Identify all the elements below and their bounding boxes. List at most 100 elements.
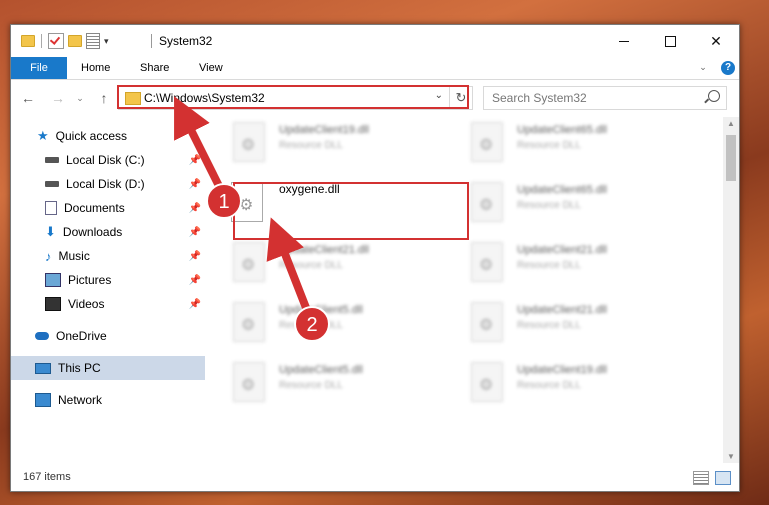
tab-share[interactable]: Share [140, 57, 169, 79]
list-item[interactable]: UpdateClient19.dll Resource DLL [207, 116, 437, 168]
title-divider [151, 34, 152, 48]
minimize-button[interactable] [601, 25, 647, 57]
tab-view[interactable]: View [199, 57, 223, 79]
tab-file[interactable]: File [11, 57, 67, 79]
dll-file-icon [233, 242, 265, 282]
file-type: Resource DLL [517, 380, 581, 391]
list-item[interactable]: UpdateClient19.dll Resource DLL [445, 356, 675, 408]
dll-file-icon [471, 302, 503, 342]
sidebar-item-network[interactable]: Network [11, 388, 205, 412]
file-name: UpdateClient21.dll [517, 304, 607, 316]
sidebar-item-label: Local Disk (C:) [66, 153, 145, 167]
item-count: 167 items [23, 471, 71, 483]
pin-icon[interactable]: 📌 [189, 251, 201, 262]
large-icons-view-icon[interactable] [715, 471, 731, 485]
sidebar-item-label: Downloads [62, 225, 123, 239]
search-icon[interactable] [708, 90, 720, 102]
pin-icon[interactable]: 📌 [189, 299, 201, 310]
sidebar-item-label: This PC [58, 361, 101, 375]
pin-icon[interactable]: 📌 [189, 155, 201, 166]
sidebar-item-label: OneDrive [56, 329, 107, 343]
sidebar-item-local-disk-c[interactable]: Local Disk (C:) 📌 [11, 148, 205, 172]
address-bar[interactable]: C:\Windows\System32 ⌄ [118, 86, 450, 110]
file-type: Resource DLL [279, 380, 343, 391]
expand-ribbon-icon[interactable]: ⌄ [697, 61, 709, 73]
sidebar-item-onedrive[interactable]: OneDrive [11, 324, 205, 348]
file-highlight-box [233, 182, 469, 240]
file-type: Resource DLL [517, 320, 581, 331]
download-icon: ⬇ [45, 224, 56, 239]
pictures-icon [45, 273, 61, 287]
up-button[interactable]: ↑ [95, 89, 113, 107]
scrollbar-thumb[interactable] [726, 135, 736, 181]
properties-check-icon[interactable] [48, 33, 64, 49]
list-item[interactable]: UpdateClient21.dll Resource DLL [207, 236, 437, 288]
pin-icon[interactable]: 📌 [189, 275, 201, 286]
sidebar-item-pictures[interactable]: Pictures 📌 [11, 268, 205, 292]
properties-icon[interactable] [86, 33, 100, 49]
pin-icon[interactable]: 📌 [189, 227, 201, 238]
refresh-button[interactable]: ↻ [449, 86, 473, 110]
sidebar-item-documents[interactable]: Documents 📌 [11, 196, 205, 220]
help-icon[interactable]: ? [721, 61, 735, 75]
recent-locations-button[interactable]: ⌄ [71, 89, 89, 107]
file-type: Resource DLL [279, 260, 343, 271]
dll-file-icon [233, 122, 265, 162]
sidebar-item-videos[interactable]: Videos 📌 [11, 292, 205, 316]
sidebar-item-quick-access[interactable]: ★ Quick access [37, 124, 205, 148]
tab-home[interactable]: Home [81, 57, 110, 79]
ribbon-tabs: File Home Share View ⌄ ? [11, 57, 739, 80]
list-item[interactable]: UpdateClient65.dll Resource DLL [445, 116, 675, 168]
star-icon: ★ [37, 128, 49, 143]
file-name: UpdateClient19.dll [517, 364, 607, 376]
scroll-down-icon[interactable]: ▼ [727, 452, 735, 461]
file-name: UpdateClient21.dll [517, 244, 607, 256]
address-dropdown-icon[interactable]: ⌄ [435, 90, 443, 101]
pin-icon[interactable]: 📌 [189, 203, 201, 214]
folder-icon[interactable] [21, 35, 35, 47]
search-input[interactable]: Search System32 [492, 91, 587, 105]
sidebar-item-local-disk-d[interactable]: Local Disk (D:) 📌 [11, 172, 205, 196]
forward-button[interactable]: → [49, 89, 67, 107]
search-box[interactable]: Search System32 [483, 86, 727, 110]
close-button[interactable]: ✕ [693, 25, 739, 57]
sidebar-item-downloads[interactable]: ⬇ Downloads 📌 [11, 220, 205, 244]
dll-file-icon [233, 362, 265, 402]
file-name: UpdateClient5.dll [279, 304, 363, 316]
network-icon [35, 393, 51, 407]
address-path[interactable]: C:\Windows\System32 [144, 91, 265, 105]
file-type: Resource DLL [517, 260, 581, 271]
music-icon: ♪ [45, 248, 52, 264]
title-bar: ▾ System32 ✕ [11, 25, 739, 57]
file-explorer-window: ▾ System32 ✕ File Home Share View ⌄ ? ← … [10, 24, 740, 492]
back-button[interactable]: ← [19, 89, 37, 107]
file-list: UpdateClient19.dll Resource DLL UpdateCl… [207, 116, 721, 464]
pin-icon[interactable]: 📌 [189, 179, 201, 190]
customize-toolbar-dropdown-icon[interactable]: ▾ [104, 36, 109, 47]
disk-icon [45, 181, 59, 187]
sidebar-item-this-pc[interactable]: This PC [11, 356, 205, 380]
document-icon [45, 201, 57, 215]
navigation-pane: ★ Quick access Local Disk (C:) 📌 Local D… [11, 120, 205, 460]
list-item[interactable]: UpdateClient5.dll Resource DLL [207, 296, 437, 348]
dll-file-icon [471, 122, 503, 162]
new-folder-icon[interactable] [68, 35, 82, 47]
computer-icon [35, 362, 51, 374]
file-name: UpdateClient65.dll [517, 184, 607, 196]
file-type: Resource DLL [517, 140, 581, 151]
dll-file-icon [471, 362, 503, 402]
maximize-button[interactable] [647, 25, 693, 57]
sidebar-item-music[interactable]: ♪ Music 📌 [11, 244, 205, 268]
list-item[interactable]: UpdateClient5.dll Resource DLL [207, 356, 437, 408]
file-name: UpdateClient65.dll [517, 124, 607, 136]
scroll-up-icon[interactable]: ▲ [727, 119, 735, 128]
file-name: UpdateClient19.dll [279, 124, 369, 136]
disk-icon [45, 157, 59, 163]
dll-file-icon [471, 242, 503, 282]
list-item[interactable]: UpdateClient21.dll Resource DLL [445, 236, 675, 288]
list-item[interactable]: UpdateClient65.dll Resource DLL [445, 176, 675, 228]
list-item[interactable]: UpdateClient21.dll Resource DLL [445, 296, 675, 348]
navigation-bar: ← → ⌄ ↑ C:\Windows\System32 ⌄ ↻ Search S… [11, 83, 739, 113]
details-view-icon[interactable] [693, 471, 709, 485]
vertical-scrollbar[interactable]: ▲ ▼ [723, 117, 739, 463]
